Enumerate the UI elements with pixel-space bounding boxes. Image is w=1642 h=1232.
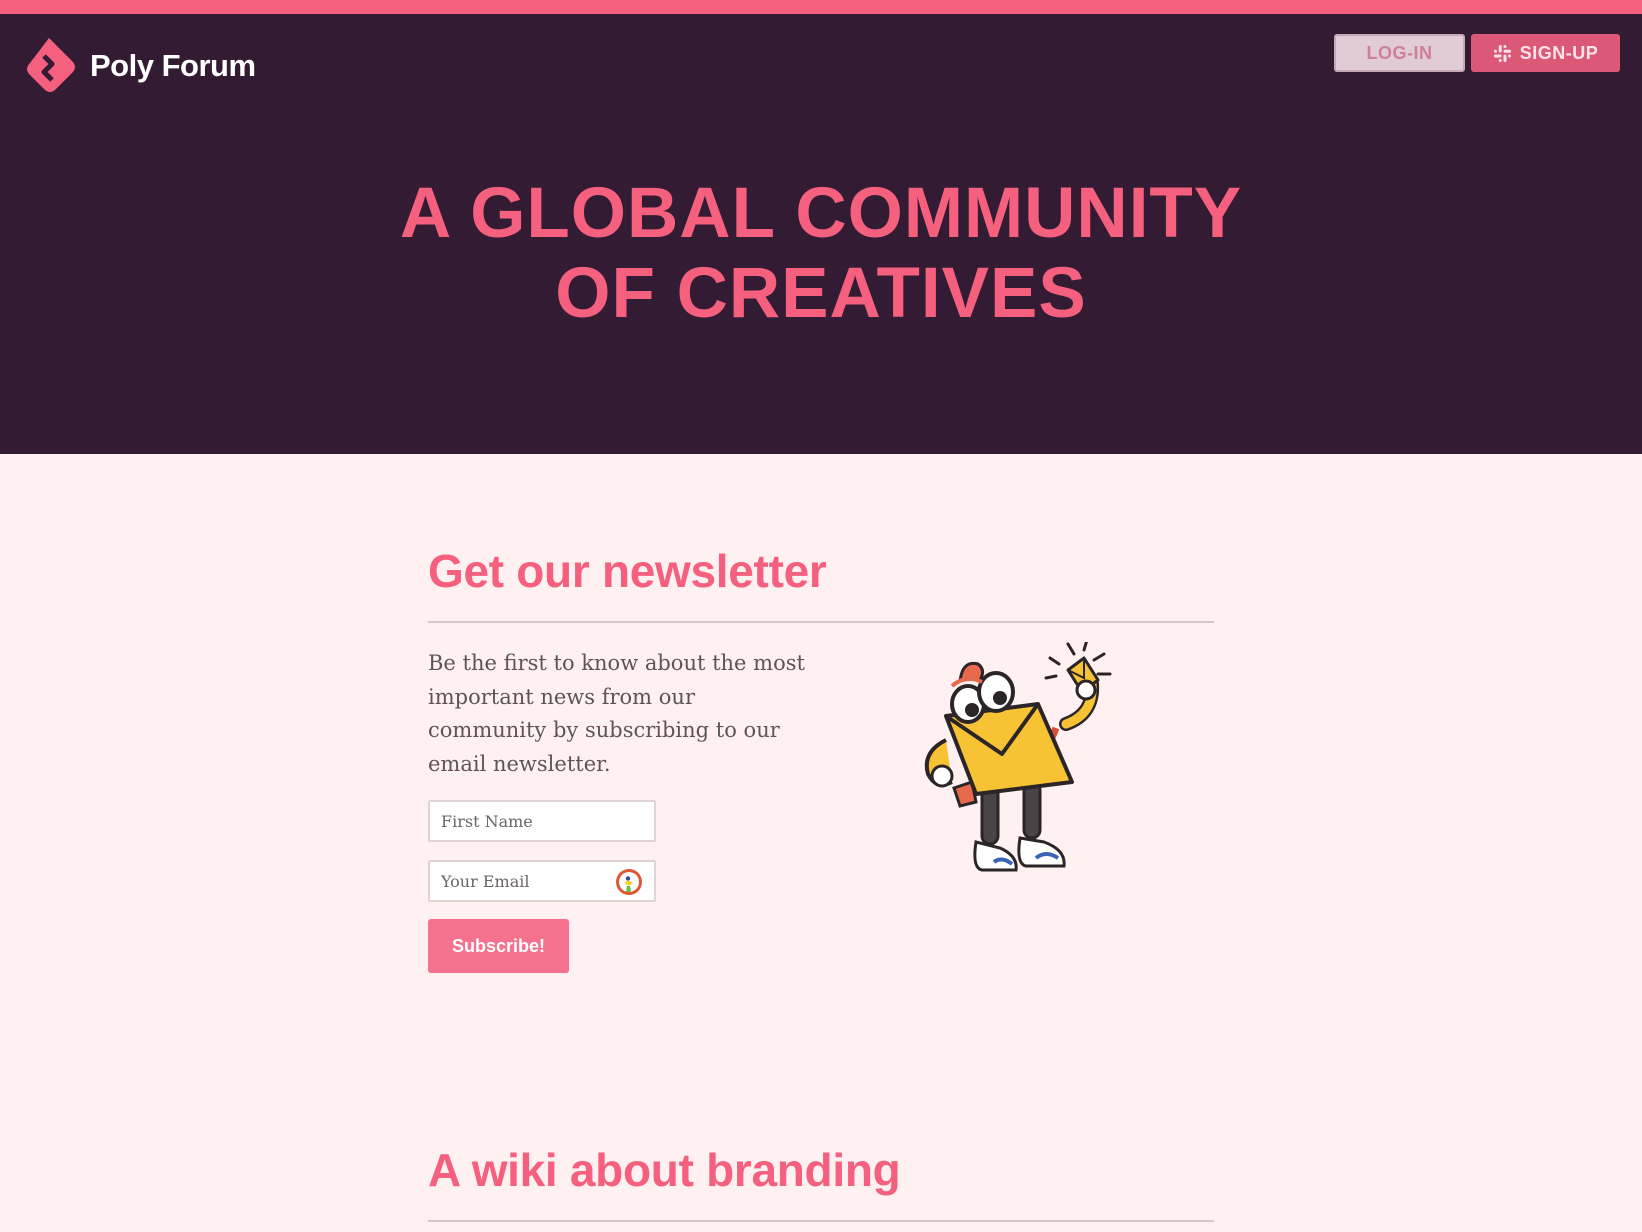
newsletter-title: Get our newsletter bbox=[428, 545, 827, 597]
signup-button[interactable]: SIGN-UP bbox=[1471, 34, 1620, 72]
top-accent-bar bbox=[0, 0, 1642, 14]
first-name-input[interactable] bbox=[441, 811, 611, 831]
duckduckgo-icon[interactable] bbox=[615, 868, 643, 896]
auth-buttons: LOG-IN SIGN-UP bbox=[1334, 34, 1620, 72]
email-field[interactable] bbox=[428, 860, 656, 902]
newsletter-divider bbox=[428, 621, 1214, 623]
wiki-divider bbox=[428, 1220, 1214, 1222]
site-name: Poly Forum bbox=[90, 48, 256, 83]
subscribe-button[interactable]: Subscribe! bbox=[428, 919, 569, 973]
envelope-mascot-illustration bbox=[924, 642, 1112, 872]
slack-icon bbox=[1493, 44, 1511, 62]
hero-title: A GLOBAL COMMUNITY OF CREATIVES bbox=[0, 174, 1642, 334]
login-button[interactable]: LOG-IN bbox=[1334, 34, 1465, 72]
wiki-title: A wiki about branding bbox=[428, 1144, 901, 1196]
logo-link[interactable]: Poly Forum bbox=[22, 36, 256, 96]
hero-header: Poly Forum LOG-IN SIGN-UP A GLOBAL COMMU… bbox=[0, 14, 1642, 454]
first-name-field[interactable] bbox=[428, 800, 656, 842]
signup-label: SIGN-UP bbox=[1519, 42, 1599, 63]
hero-title-line-2: OF CREATIVES bbox=[555, 254, 1087, 333]
email-input[interactable] bbox=[441, 871, 611, 891]
poly-forum-logo-icon bbox=[27, 38, 75, 92]
hero-title-line-1: A GLOBAL COMMUNITY bbox=[399, 174, 1243, 253]
newsletter-description: Be the first to know about the most impo… bbox=[428, 651, 805, 776]
